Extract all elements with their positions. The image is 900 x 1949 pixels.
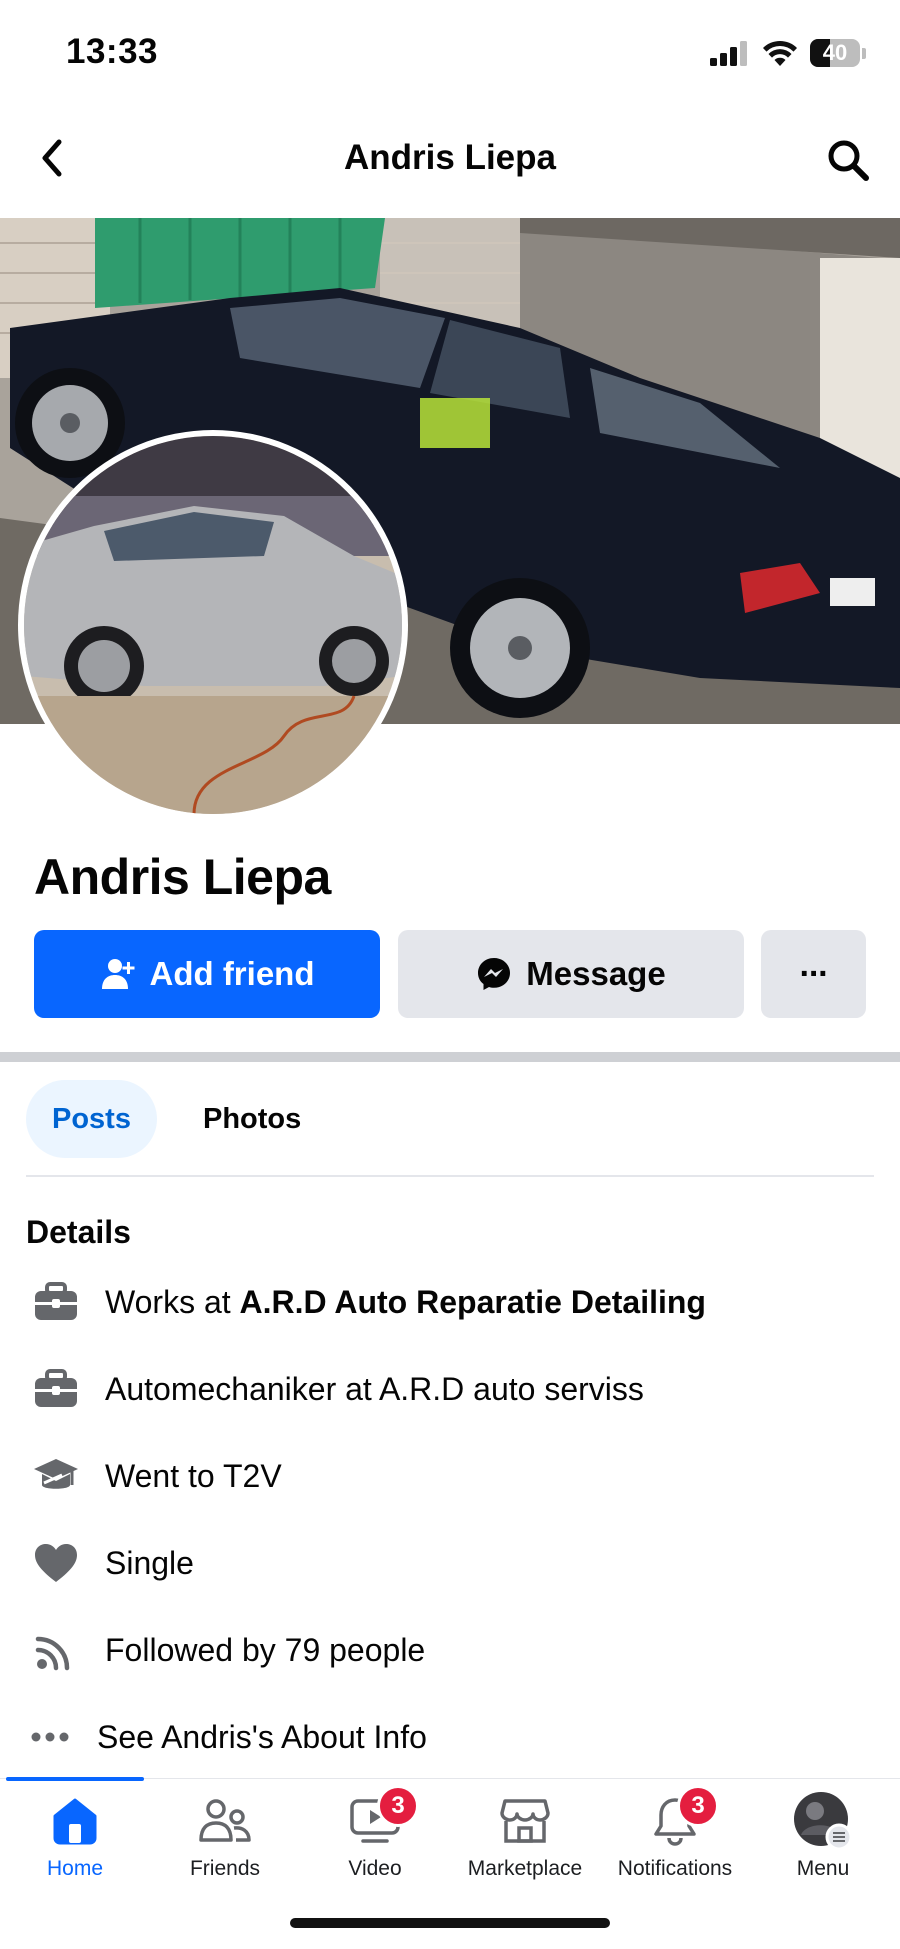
video-icon: 3 bbox=[345, 1785, 419, 1851]
profile-picture[interactable] bbox=[18, 430, 408, 820]
profile-actions: Add friend Message ··· bbox=[34, 930, 866, 1018]
more-dots-icon bbox=[26, 1707, 74, 1767]
heart-icon bbox=[26, 1533, 86, 1593]
wifi-icon bbox=[763, 40, 797, 66]
tabs-divider bbox=[26, 1175, 874, 1177]
nav-friends[interactable]: Friends bbox=[150, 1791, 300, 1891]
home-icon bbox=[45, 1791, 105, 1851]
detail-work-employer[interactable]: A.R.D Auto Reparatie Detailing bbox=[240, 1284, 706, 1320]
notifications-badge: 3 bbox=[677, 1785, 719, 1827]
battery-level: 40 bbox=[822, 40, 848, 65]
more-options-button[interactable]: ··· bbox=[761, 930, 866, 1018]
header-title: Andris Liepa bbox=[344, 138, 556, 177]
marketplace-icon bbox=[495, 1791, 555, 1851]
status-icons: 40 bbox=[710, 38, 866, 68]
message-button[interactable]: Message bbox=[398, 930, 744, 1018]
battery-cap bbox=[862, 47, 866, 59]
nav-video[interactable]: 3 Video bbox=[300, 1785, 450, 1891]
detail-followers-text: Followed by 79 people bbox=[105, 1631, 426, 1668]
nav-notifications-label: Notifications bbox=[617, 1857, 733, 1880]
detail-row-education[interactable]: Went to T2V bbox=[26, 1446, 886, 1506]
bell-icon: 3 bbox=[645, 1785, 719, 1851]
nav-marketplace-label: Marketplace bbox=[467, 1857, 583, 1880]
add-friend-label: Add friend bbox=[149, 955, 315, 992]
briefcase-icon bbox=[26, 1272, 86, 1332]
nav-marketplace[interactable]: Marketplace bbox=[450, 1791, 600, 1891]
nav-menu-label: Menu bbox=[796, 1857, 850, 1880]
see-about-info-text: See Andris's About Info bbox=[97, 1718, 427, 1755]
menu-avatar bbox=[793, 1791, 853, 1851]
graduation-cap-icon bbox=[26, 1446, 86, 1506]
tab-photos[interactable]: Photos bbox=[177, 1080, 327, 1158]
profile-name: Andris Liepa bbox=[34, 849, 331, 905]
section-divider bbox=[0, 1052, 900, 1062]
search-button[interactable] bbox=[822, 134, 874, 186]
messenger-icon bbox=[478, 958, 511, 990]
tab-posts[interactable]: Posts bbox=[26, 1080, 157, 1158]
cellular-signal-icon bbox=[710, 41, 747, 66]
nav-video-label: Video bbox=[348, 1857, 402, 1880]
video-badge: 3 bbox=[377, 1785, 419, 1827]
details-title: Details bbox=[26, 1214, 131, 1250]
nav-home[interactable]: Home bbox=[0, 1791, 150, 1891]
profile-picture-image bbox=[24, 436, 402, 814]
more-dots-icon: ··· bbox=[799, 954, 830, 993]
status-bar: 13:33 40 bbox=[0, 0, 900, 108]
friends-icon bbox=[195, 1791, 255, 1851]
nav-home-label: Home bbox=[46, 1857, 104, 1880]
detail-row-relationship[interactable]: Single bbox=[26, 1533, 886, 1593]
nav-notifications[interactable]: 3 Notifications bbox=[600, 1785, 750, 1891]
add-friend-button[interactable]: Add friend bbox=[34, 930, 380, 1018]
profile-tabs: Posts Photos bbox=[26, 1080, 327, 1158]
nav-friends-label: Friends bbox=[189, 1857, 261, 1880]
status-time: 13:33 bbox=[66, 32, 159, 71]
battery-icon: 40 bbox=[810, 39, 860, 67]
detail-work-prefix: Works at bbox=[105, 1283, 240, 1320]
rss-icon bbox=[26, 1620, 86, 1680]
search-icon bbox=[828, 140, 869, 181]
profile-header: Andris Liepa bbox=[0, 108, 900, 218]
detail-education-text: Went to T2V bbox=[105, 1457, 282, 1494]
home-indicator bbox=[290, 1918, 610, 1928]
detail-row-followers[interactable]: Followed by 79 people bbox=[26, 1620, 886, 1680]
detail-job-text: Automechaniker at A.R.D auto serviss bbox=[105, 1370, 644, 1407]
detail-row-job[interactable]: Automechaniker at A.R.D auto serviss bbox=[26, 1359, 886, 1419]
message-label: Message bbox=[526, 955, 666, 992]
detail-relationship-text: Single bbox=[105, 1544, 194, 1581]
see-about-info-link[interactable]: See Andris's About Info bbox=[26, 1707, 886, 1767]
active-tab-indicator bbox=[6, 1777, 144, 1781]
nav-menu[interactable]: Menu bbox=[748, 1791, 898, 1891]
briefcase-icon bbox=[26, 1359, 86, 1419]
add-friend-icon bbox=[101, 959, 134, 989]
detail-row-work[interactable]: Works at A.R.D Auto Reparatie Detailing bbox=[26, 1272, 886, 1332]
